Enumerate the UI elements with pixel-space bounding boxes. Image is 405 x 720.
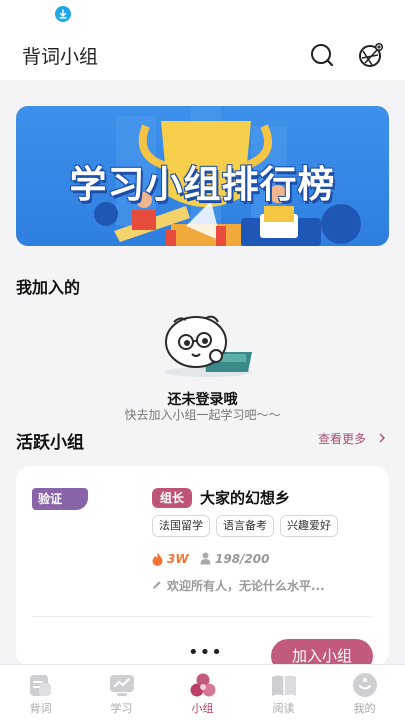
- verify-badge: 验证: [32, 488, 88, 510]
- group-tags: 法国留学 语言备考 兴趣爱好: [152, 515, 338, 537]
- mascot-illustration: [164, 315, 252, 377]
- tab-label: 学习: [110, 702, 133, 715]
- app-bar: 背词小组: [0, 28, 405, 80]
- ranking-banner[interactable]: 学习小组排行榜: [16, 106, 389, 246]
- group-description: 欢迎所有人，无论什么水平...: [167, 579, 325, 593]
- tab-reading[interactable]: 阅读: [243, 665, 324, 720]
- tab-label: 小组: [191, 702, 214, 715]
- tab-groups[interactable]: 小组: [162, 665, 243, 720]
- group-name: 大家的幻想乡: [200, 489, 291, 507]
- pencil-icon: [153, 581, 161, 589]
- group-icon: [190, 673, 216, 697]
- tab-label: 背词: [29, 702, 52, 715]
- more-options-icon[interactable]: •••: [188, 644, 223, 662]
- group-tag: 语言备考: [216, 515, 274, 537]
- chevron-right-icon[interactable]: [377, 432, 387, 444]
- member-count: 198/200: [215, 552, 270, 566]
- page-title: 背词小组: [22, 46, 99, 68]
- fire-icon: [152, 552, 163, 566]
- tab-study[interactable]: 学习: [81, 665, 162, 720]
- tab-words[interactable]: 背词: [0, 665, 81, 720]
- group-tag: 兴趣爱好: [280, 515, 338, 537]
- camera-icon[interactable]: [358, 42, 384, 68]
- open-book-icon: [272, 675, 296, 696]
- active-section-title: 活跃小组: [16, 433, 84, 453]
- tab-label: 我的: [353, 702, 376, 715]
- search-icon[interactable]: [309, 42, 335, 68]
- joined-section-title: 我加入的: [16, 278, 81, 297]
- chart-board-icon: [110, 675, 134, 696]
- bottom-tab-bar: 背词 学习 小组 阅读 我的: [0, 664, 405, 720]
- status-bar: [0, 0, 405, 28]
- card-divider: [32, 616, 373, 617]
- tab-profile[interactable]: 我的: [324, 665, 405, 720]
- view-more-link[interactable]: 查看更多: [318, 430, 366, 447]
- profile-icon: [353, 673, 377, 697]
- group-card[interactable]: 验证 组长 大家的幻想乡 法国留学 语言备考 兴趣爱好 3W 198/200 欢…: [16, 466, 389, 673]
- book-icon: [30, 675, 51, 696]
- download-icon: [55, 6, 71, 22]
- empty-state-subtitle: 快去加入小组一起学习吧～～: [124, 408, 281, 422]
- banner-title: 学习小组排行榜: [69, 163, 336, 206]
- group-tag: 法国留学: [152, 515, 210, 537]
- leader-badge: 组长: [152, 488, 192, 508]
- person-icon: [200, 552, 211, 565]
- heat-count: 3W: [167, 552, 189, 566]
- tab-label: 阅读: [272, 702, 295, 715]
